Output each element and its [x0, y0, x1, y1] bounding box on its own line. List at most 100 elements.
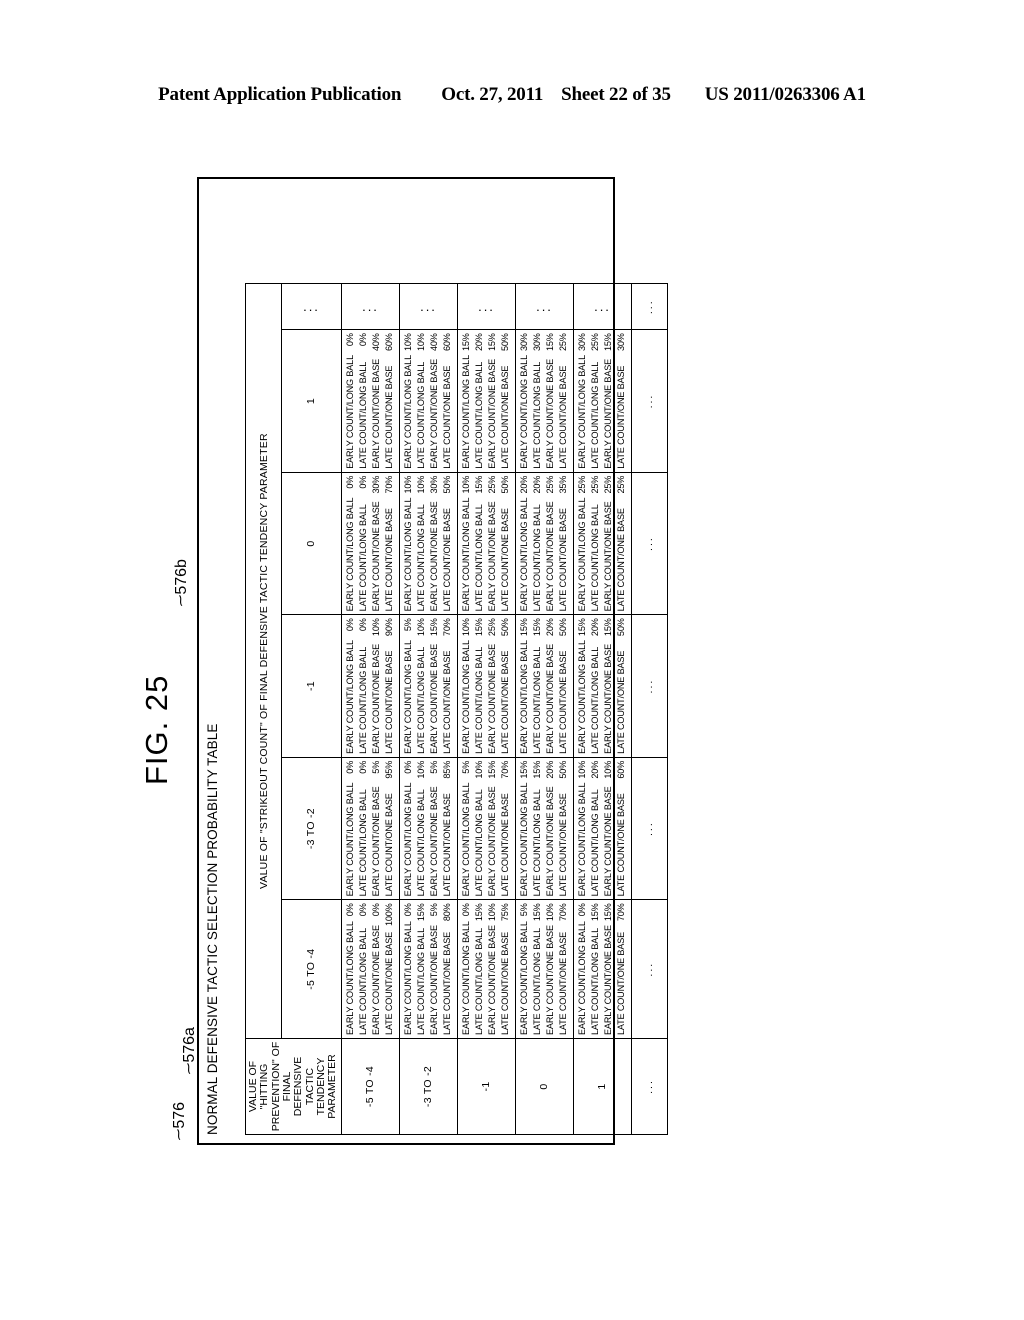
tactic-probability-line: EARLY COUNT/LONG BALL 5%: [460, 761, 473, 897]
vertical-ellipsis-icon: ...: [477, 299, 495, 315]
tactic-label: EARLY COUNT/ONE BASE: [545, 643, 556, 754]
row-header-1: -3 TO -2: [399, 1038, 458, 1135]
tactic-label: EARLY COUNT/ONE BASE: [545, 786, 556, 897]
tactic-percent: 100%: [384, 903, 395, 927]
tactic-label: LATE COUNT/ONE BASE: [558, 508, 569, 612]
ellipsis-cell: ...: [631, 899, 668, 1039]
tactic-probability-line: LATE COUNT/LONG BALL 20%: [473, 333, 486, 469]
tactic-percent: 20%: [590, 760, 601, 779]
tactic-probability-line: LATE COUNT/LONG BALL 10%: [415, 618, 428, 754]
tactic-percent: 15%: [603, 333, 614, 352]
tactic-percent: 10%: [416, 333, 427, 352]
tactic-label: LATE COUNT/ONE BASE: [500, 931, 511, 1035]
col-header-ellipsis: ...: [281, 283, 342, 330]
tactic-probability-line: EARLY COUNT/ONE BASE 25%: [486, 476, 499, 612]
tactic-probability-line: LATE COUNT/ONE BASE 50%: [499, 476, 512, 612]
tactic-label: EARLY COUNT/LONG BALL: [461, 921, 472, 1035]
tactic-probability-line: LATE COUNT/ONE BASE 95%: [383, 761, 396, 897]
tactic-probability-line: LATE COUNT/LONG BALL 15%: [531, 761, 544, 897]
patent-header: Patent Application Publication Oct. 27, …: [0, 84, 1024, 106]
tactic-label: EARLY COUNT/ONE BASE: [429, 643, 440, 754]
tactic-percent: 0%: [403, 903, 414, 917]
tactic-label: LATE COUNT/LONG BALL: [532, 789, 543, 897]
tactic-label: EARLY COUNT/ONE BASE: [429, 925, 440, 1035]
tactic-label: EARLY COUNT/ONE BASE: [487, 925, 498, 1035]
tactic-percent: 85%: [442, 760, 453, 779]
tactic-percent: 15%: [519, 618, 530, 637]
tactic-percent: 10%: [403, 475, 414, 494]
tactic-probability-line: LATE COUNT/ONE BASE 70%: [499, 761, 512, 897]
vertical-ellipsis-icon: ...: [303, 299, 320, 315]
tactic-label: EARLY COUNT/LONG BALL: [577, 640, 588, 754]
tactic-label: EARLY COUNT/ONE BASE: [371, 358, 382, 469]
tactic-percent: 50%: [500, 475, 511, 494]
tactic-label: EARLY COUNT/ONE BASE: [545, 501, 556, 612]
tactic-percent: 0%: [577, 903, 588, 917]
tactic-label: EARLY COUNT/ONE BASE: [603, 358, 614, 469]
data-cell: EARLY COUNT/LONG BALL 0% LATE COUNT/LONG B…: [341, 757, 400, 900]
tactic-probability-line: EARLY COUNT/ONE BASE 40%: [428, 333, 441, 469]
tactic-percent: 0%: [358, 760, 369, 774]
tactic-percent: 95%: [384, 760, 395, 779]
tactic-probability-line: LATE COUNT/ONE BASE 60%: [615, 761, 628, 897]
tactic-label: EARLY COUNT/LONG BALL: [519, 355, 530, 469]
tactic-probability-line: EARLY COUNT/ONE BASE 20%: [544, 618, 557, 754]
tactic-percent: 10%: [416, 475, 427, 494]
tactic-percent: 50%: [616, 618, 627, 637]
tactic-label: LATE COUNT/ONE BASE: [442, 931, 453, 1035]
tactic-percent: 0%: [358, 618, 369, 632]
tactic-label: EARLY COUNT/ONE BASE: [545, 925, 556, 1035]
tactic-percent: 30%: [371, 475, 382, 494]
tactic-probability-line: LATE COUNT/ONE BASE 70%: [557, 903, 570, 1035]
tactic-probability-line: LATE COUNT/LONG BALL 10%: [415, 761, 428, 897]
tactic-label: LATE COUNT/LONG BALL: [358, 646, 369, 754]
tactic-percent: 40%: [371, 333, 382, 352]
tactic-percent: 10%: [403, 333, 414, 352]
table-row: -1 EARLY COUNT/LONG BALL 0% LATE COUNT/LON…: [457, 283, 516, 1135]
tactic-probability-line: EARLY COUNT/ONE BASE 10%: [544, 903, 557, 1035]
table-row: -3 TO -2 EARLY COUNT/LONG BALL 0% LATE COU…: [399, 283, 458, 1135]
tactic-percent: 15%: [474, 618, 485, 637]
row-header-0: -5 TO -4: [341, 1038, 400, 1135]
tactic-percent: 10%: [474, 760, 485, 779]
tactic-probability-line: EARLY COUNT/LONG BALL 10%: [402, 476, 415, 612]
tactic-probability-line: LATE COUNT/ONE BASE 80%: [441, 903, 454, 1035]
data-cell: EARLY COUNT/LONG BALL 15% LATE COUNT/LONG …: [457, 329, 516, 473]
tactic-probability-line: EARLY COUNT/LONG BALL 25%: [576, 476, 589, 612]
col-header-3: 0: [281, 472, 342, 615]
data-cell: EARLY COUNT/LONG BALL 10% LATE COUNT/LONG …: [457, 472, 516, 615]
tactic-probability-line: EARLY COUNT/ONE BASE 20%: [544, 761, 557, 897]
tactic-probability-line: LATE COUNT/ONE BASE 50%: [557, 761, 570, 897]
tactic-percent: 0%: [461, 903, 472, 917]
data-cell: EARLY COUNT/LONG BALL 15% LATE COUNT/LONG …: [573, 614, 632, 758]
tactic-percent: 70%: [384, 475, 395, 494]
tactic-percent: 70%: [558, 903, 569, 922]
ellipsis-cell: ...: [631, 614, 668, 758]
tactic-label: EARLY COUNT/LONG BALL: [345, 640, 356, 754]
row-header-ellipsis: ...: [631, 1038, 668, 1135]
tactic-probability-line: LATE COUNT/LONG BALL 15%: [531, 903, 544, 1035]
reference-576b: ~576b: [172, 559, 191, 609]
tactic-probability-line: EARLY COUNT/LONG BALL 15%: [518, 761, 531, 897]
data-cell: EARLY COUNT/LONG BALL 10% LATE COUNT/LONG …: [399, 329, 458, 473]
tactic-label: EARLY COUNT/LONG BALL: [403, 782, 414, 897]
tactic-probability-line: LATE COUNT/ONE BASE 50%: [499, 618, 512, 754]
tactic-label: LATE COUNT/ONE BASE: [384, 931, 395, 1035]
tactic-probability-line: LATE COUNT/LONG BALL 15%: [531, 618, 544, 754]
data-cell: EARLY COUNT/LONG BALL 5% LATE COUNT/LONG B…: [457, 757, 516, 900]
tactic-percent: 75%: [500, 903, 511, 922]
tactic-probability-line: LATE COUNT/ONE BASE 35%: [557, 476, 570, 612]
tactic-label: LATE COUNT/LONG BALL: [532, 361, 543, 469]
tactic-label: EARLY COUNT/ONE BASE: [603, 925, 614, 1035]
figure-label: FIG. 25: [139, 674, 174, 785]
tactic-label: EARLY COUNT/LONG BALL: [345, 355, 356, 469]
tactic-probability-line: EARLY COUNT/LONG BALL 0%: [460, 903, 473, 1035]
tactic-probability-line: LATE COUNT/LONG BALL 0%: [357, 761, 370, 897]
tactic-percent: 15%: [487, 333, 498, 352]
tactic-percent: 20%: [519, 475, 530, 494]
tactic-label: EARLY COUNT/LONG BALL: [577, 921, 588, 1035]
tactic-label: LATE COUNT/ONE BASE: [500, 650, 511, 754]
tactic-label: EARLY COUNT/LONG BALL: [519, 921, 530, 1035]
tactic-percent: 50%: [442, 475, 453, 494]
tactic-percent: 50%: [558, 760, 569, 779]
